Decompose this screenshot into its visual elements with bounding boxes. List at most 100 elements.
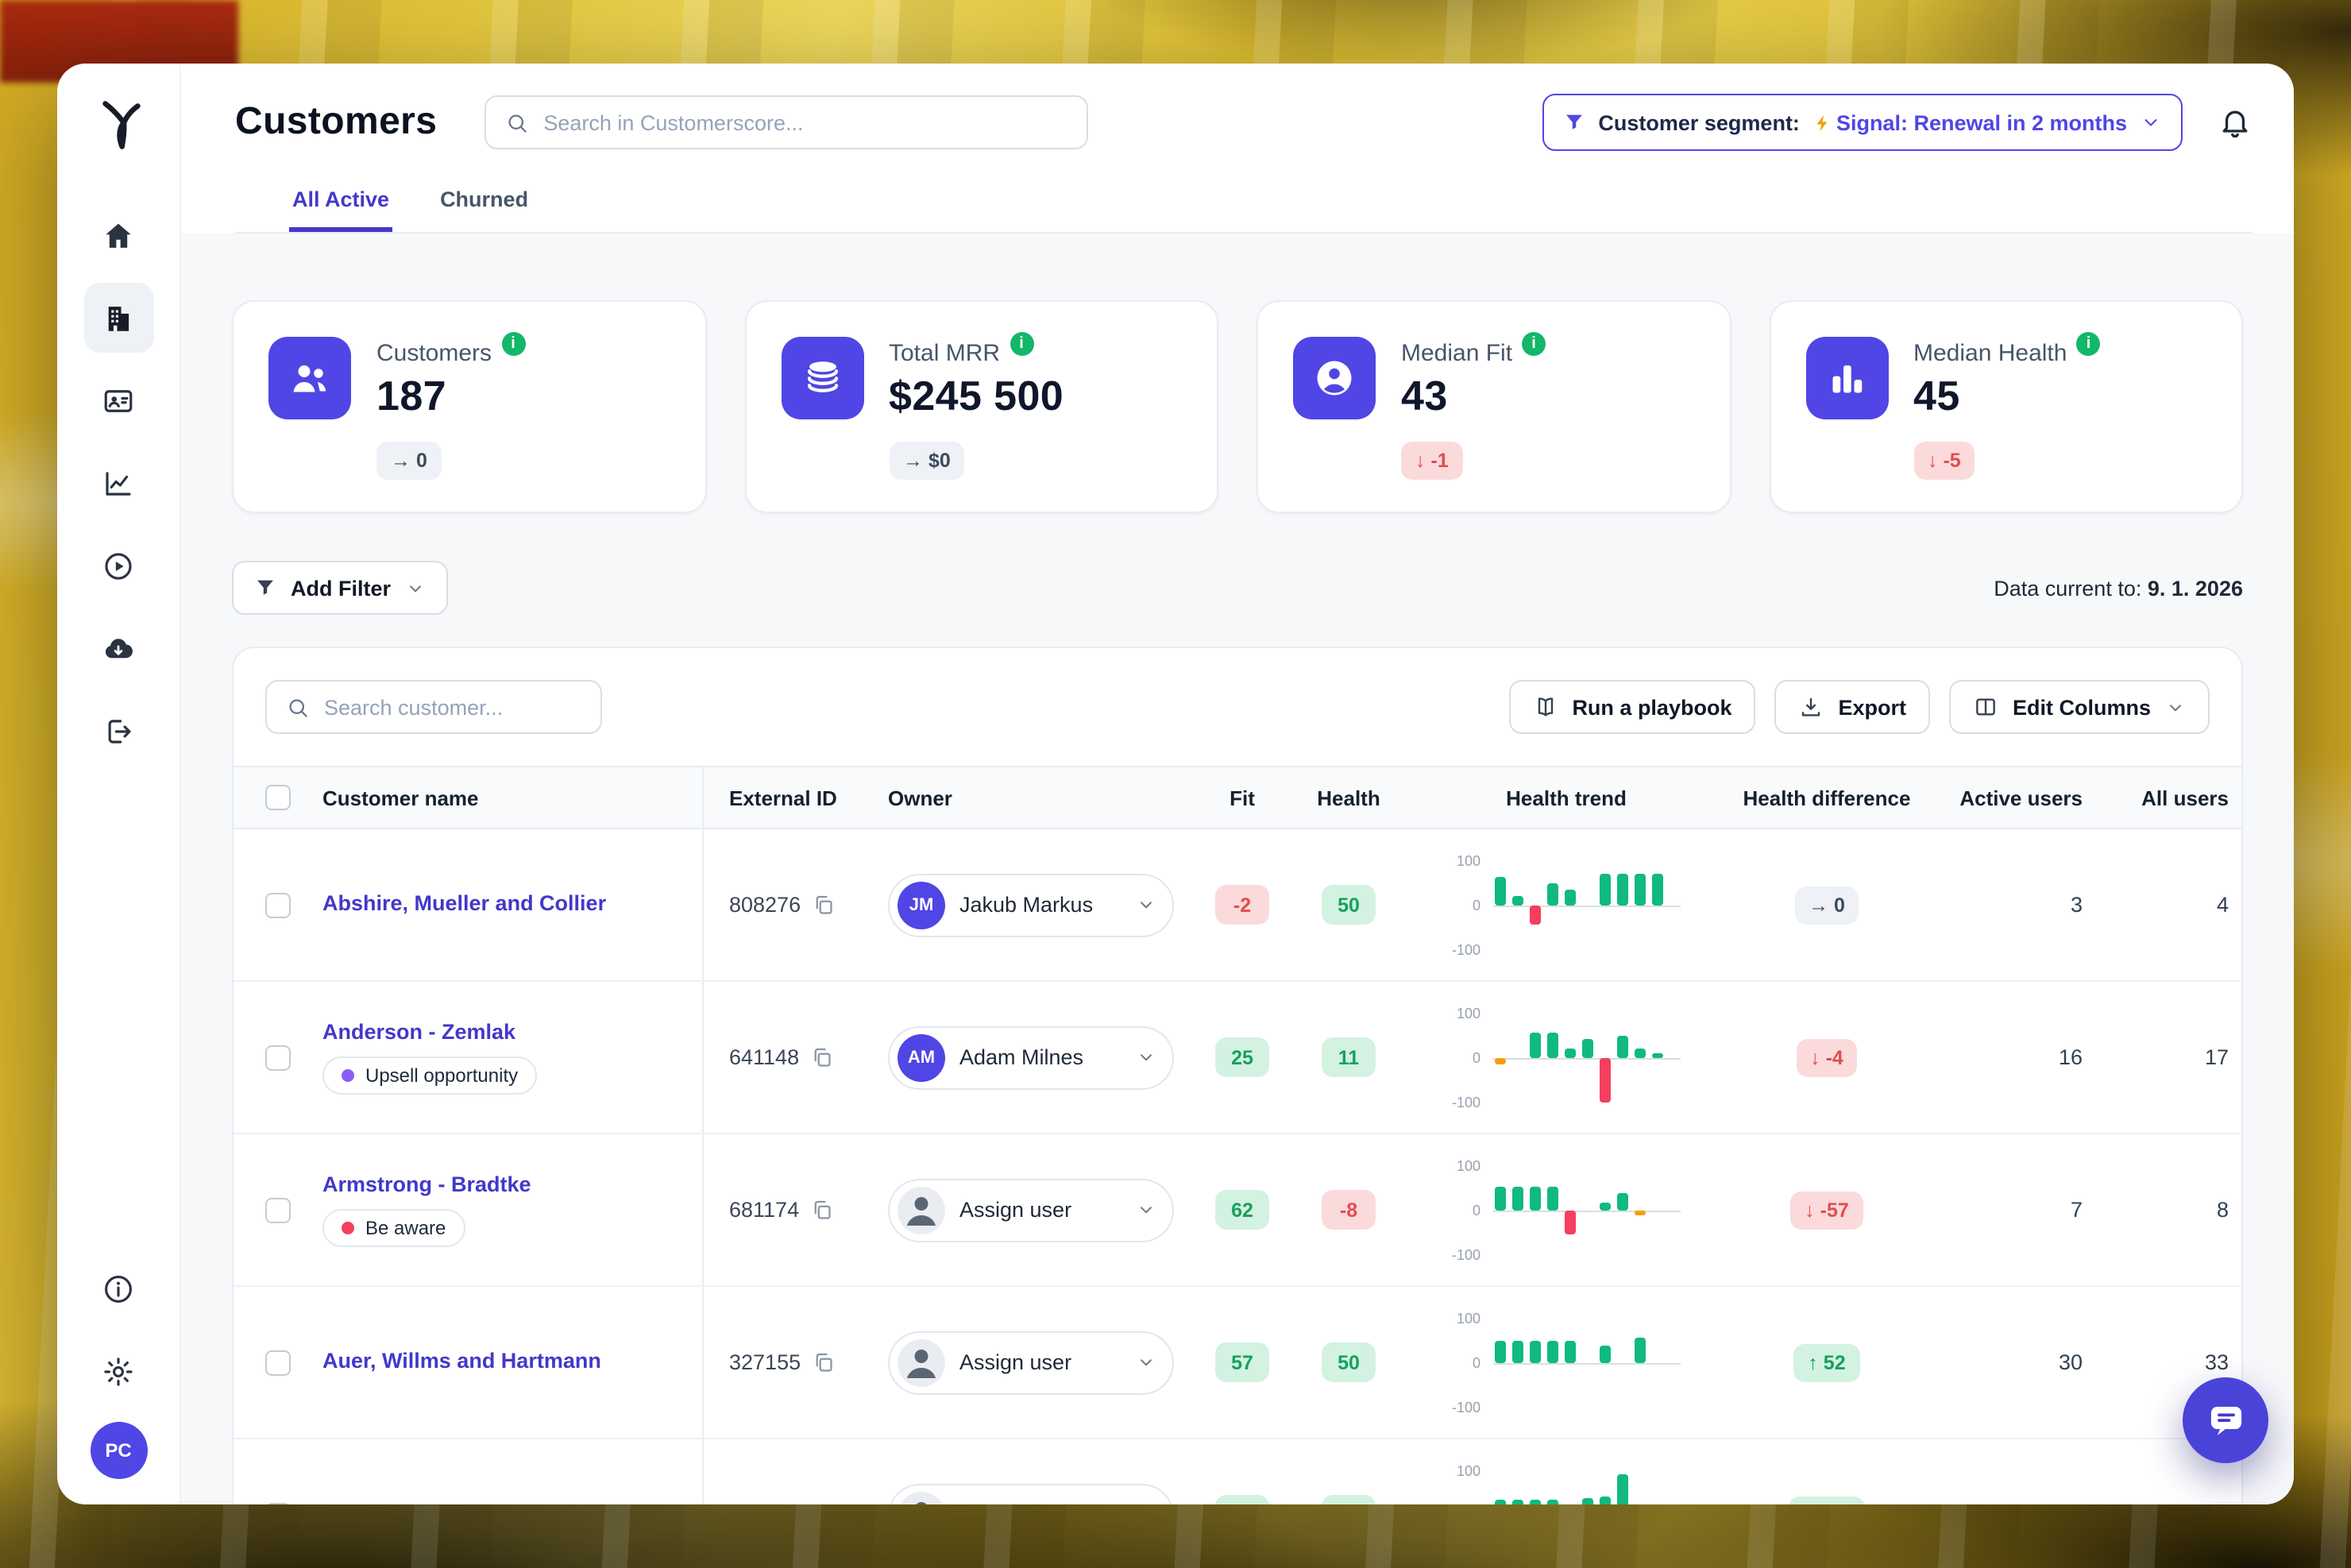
select-all-checkbox[interactable] xyxy=(265,785,291,810)
customer-name-link[interactable]: Bahringer Group xyxy=(322,1502,494,1504)
contacts-icon xyxy=(102,384,135,417)
owner-select[interactable]: AMAdam Milnes xyxy=(888,1025,1174,1089)
building-icon xyxy=(102,301,135,334)
app-window: PC Customers Customer segment: Signal: R… xyxy=(57,64,2294,1504)
sidebar-item-contacts[interactable] xyxy=(83,365,153,435)
sidebar-item-sign-out[interactable] xyxy=(83,696,153,766)
trend-bar xyxy=(1530,905,1541,925)
copy-icon[interactable] xyxy=(812,893,836,917)
info-icon[interactable]: i xyxy=(501,332,525,356)
table-toolbar: Run a playbook Export Edit Columns xyxy=(234,648,2241,766)
table-row: Armstrong - BradtkeBe aware681174Assign … xyxy=(234,1134,2243,1287)
users-icon xyxy=(268,337,351,419)
customer-name-link[interactable]: Anderson - Zemlak xyxy=(322,1020,515,1045)
health-badge: 50 xyxy=(1322,885,1376,925)
all-users-value: 8 xyxy=(2217,1198,2229,1222)
health-trend-chart: 1000-100 xyxy=(1452,1157,1681,1262)
stat-value: $245 500 xyxy=(889,372,1064,421)
export-button[interactable]: Export xyxy=(1774,680,1930,734)
notifications-button[interactable] xyxy=(2218,105,2253,140)
tab-churned[interactable]: Churned xyxy=(437,181,531,232)
info-icon[interactable]: i xyxy=(2076,332,2100,356)
customer-search-input[interactable] xyxy=(324,695,581,719)
chat-widget-button[interactable] xyxy=(2183,1377,2268,1463)
copy-icon[interactable] xyxy=(812,1350,836,1374)
search-icon xyxy=(286,695,310,719)
user-icon xyxy=(898,1338,945,1386)
customer-segment-select[interactable]: Customer segment: Signal: Renewal in 2 m… xyxy=(1542,94,2183,151)
copy-icon[interactable] xyxy=(812,1503,836,1504)
search-icon xyxy=(505,110,529,134)
trend-bar xyxy=(1495,1500,1506,1504)
edit-columns-button[interactable]: Edit Columns xyxy=(1949,680,2210,734)
trend-bar xyxy=(1547,1500,1558,1504)
row-checkbox[interactable] xyxy=(265,1045,291,1070)
sidebar-item-gear[interactable] xyxy=(83,1336,153,1406)
zero-line xyxy=(1493,1210,1681,1211)
info-icon[interactable]: i xyxy=(1010,332,1033,356)
bar-chart-icon xyxy=(1805,337,1888,419)
health-trend-chart: 1000-100 xyxy=(1452,852,1681,957)
trend-bar xyxy=(1635,1049,1646,1057)
customer-name-link[interactable]: Auer, Willms and Hartmann xyxy=(322,1350,601,1375)
sidebar-item-building[interactable] xyxy=(83,283,153,353)
stat-cards: Customersi187→ 0Total MRRi$245 500→ $0Me… xyxy=(232,300,2243,513)
customers-table: Customer nameExternal IDOwnerFitHealthHe… xyxy=(234,766,2243,1504)
row-checkbox[interactable] xyxy=(265,1197,291,1222)
table-row: Bahringer Group371943Assign user73431000… xyxy=(234,1439,2243,1504)
copy-icon[interactable] xyxy=(810,1198,834,1222)
sidebar-item-chart-line[interactable] xyxy=(83,448,153,518)
tab-all-active[interactable]: All Active xyxy=(289,181,392,232)
sidebar-item-cloud-download[interactable] xyxy=(83,613,153,683)
trend-bar xyxy=(1600,1057,1611,1102)
customers-table-card: Run a playbook Export Edit Columns Custome… xyxy=(232,647,2243,1504)
sidebar-item-info[interactable] xyxy=(83,1253,153,1323)
row-checkbox[interactable] xyxy=(265,1350,291,1375)
trend-bar xyxy=(1530,1032,1541,1057)
column-header-all-users: All users xyxy=(2092,767,2238,828)
info-icon[interactable]: i xyxy=(1522,332,1546,356)
user-avatar[interactable]: PC xyxy=(90,1422,147,1479)
customer-name-link[interactable]: Armstrong - Bradtke xyxy=(322,1172,531,1198)
health-difference-badge: → 0 xyxy=(1794,886,1859,924)
sidebar-bottom xyxy=(83,1253,153,1406)
row-checkbox[interactable] xyxy=(265,1502,291,1504)
trend-bar xyxy=(1600,1496,1611,1504)
sidebar-item-home[interactable] xyxy=(83,200,153,270)
global-search-input[interactable] xyxy=(543,110,1067,134)
table-row: Abshire, Mueller and Collier808276JMJaku… xyxy=(234,829,2243,982)
stat-delta-badge: ↓ -5 xyxy=(1913,442,1975,480)
chart-line-icon xyxy=(102,466,135,500)
trend-bar xyxy=(1635,1210,1646,1215)
fit-badge: 62 xyxy=(1215,1190,1269,1230)
trend-bar xyxy=(1512,895,1523,905)
trend-bar xyxy=(1530,1342,1541,1362)
assign-user-select[interactable]: Assign user xyxy=(888,1483,1174,1504)
cloud-download-icon xyxy=(102,631,135,665)
trend-bar xyxy=(1547,1186,1558,1210)
active-users-value: 3 xyxy=(2071,893,2083,917)
external-id: 327155 xyxy=(729,1350,801,1374)
sidebar: PC xyxy=(57,64,181,1504)
run-a-playbook-button[interactable]: Run a playbook xyxy=(1508,680,1755,734)
fit-badge: -2 xyxy=(1215,885,1269,925)
stat-card-median-health: Median Healthi45↓ -5 xyxy=(1769,300,2243,513)
trend-bar xyxy=(1495,878,1506,905)
trend-bar xyxy=(1565,1210,1576,1235)
trend-bar xyxy=(1547,1032,1558,1057)
owner-select[interactable]: JMJakub Markus xyxy=(888,873,1174,937)
owner-avatar: JM xyxy=(898,881,945,929)
trend-bar xyxy=(1495,1186,1506,1210)
assign-user-select[interactable]: Assign user xyxy=(888,1330,1174,1394)
add-filter-button[interactable]: Add Filter xyxy=(232,561,448,615)
table-row: Auer, Willms and Hartmann 327155 Assign us… xyxy=(234,1287,2243,1439)
row-checkbox[interactable] xyxy=(265,892,291,917)
copy-icon[interactable] xyxy=(810,1045,834,1069)
assign-user-select[interactable]: Assign user xyxy=(888,1178,1174,1242)
health-badge: 43 xyxy=(1322,1495,1376,1504)
trend-bar xyxy=(1565,1049,1576,1057)
sidebar-item-play[interactable] xyxy=(83,531,153,601)
trend-bar xyxy=(1512,1342,1523,1362)
trend-bar xyxy=(1547,884,1558,905)
customer-name-link[interactable]: Abshire, Mueller and Collier xyxy=(322,892,606,917)
